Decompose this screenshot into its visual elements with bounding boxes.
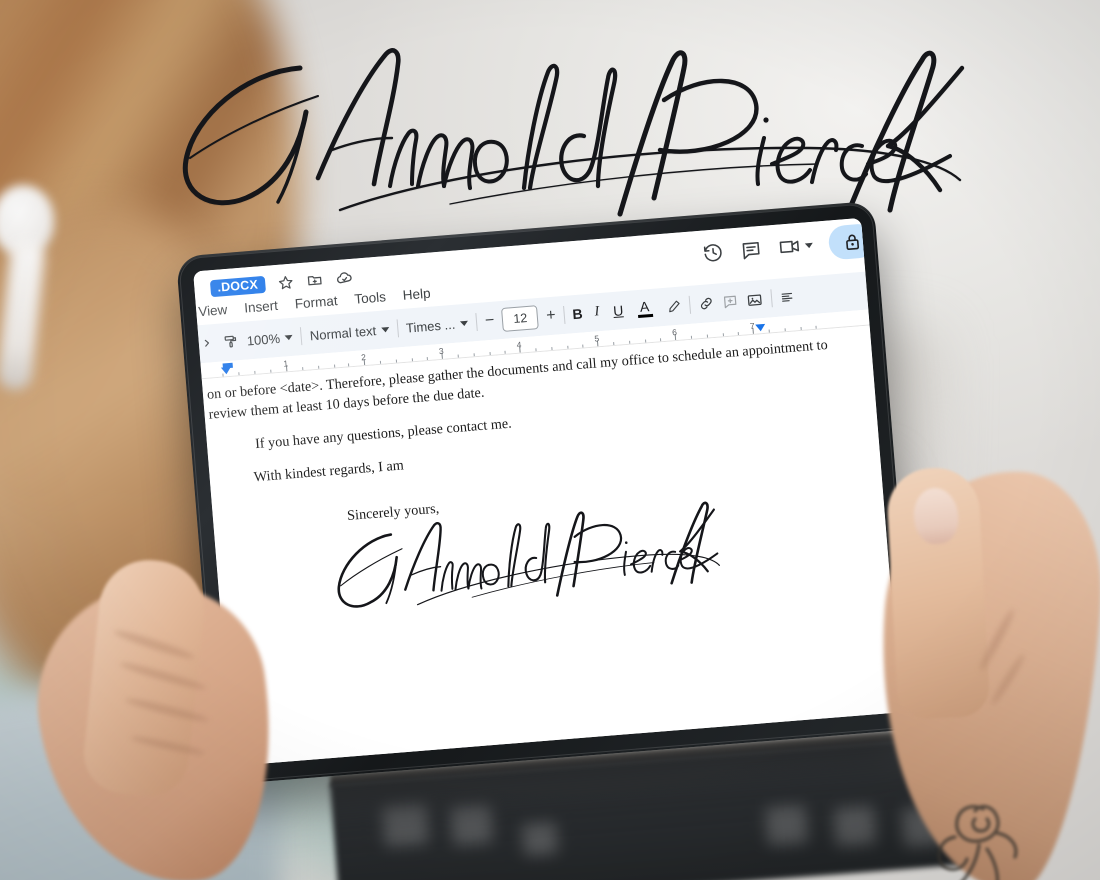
chevron-down-icon <box>284 334 294 340</box>
star-icon[interactable] <box>276 273 294 291</box>
font-dropdown[interactable]: Times ... <box>405 315 469 336</box>
text-color-button[interactable]: A <box>636 297 653 319</box>
add-comment-icon[interactable] <box>721 293 738 310</box>
chevron-down-icon <box>459 320 469 326</box>
italic-button[interactable]: I <box>594 304 600 320</box>
ruler-number: 2 <box>360 352 367 363</box>
divider <box>396 319 399 338</box>
share-lock-button[interactable] <box>827 222 877 261</box>
chevron-down-icon <box>380 326 390 333</box>
text-color-label: A <box>639 297 650 315</box>
insert-link-icon[interactable] <box>697 295 714 312</box>
ruler-number: 1 <box>283 358 289 369</box>
tablet-device: .DOCX View Insert Format Tools Help 100%… <box>175 200 917 786</box>
ruler-number: 7 <box>749 320 756 332</box>
divider <box>688 295 691 314</box>
move-to-folder-icon[interactable] <box>305 271 323 289</box>
paragraph-style-value: Normal text <box>309 322 377 343</box>
version-history-icon[interactable] <box>701 241 725 265</box>
hero-signature <box>182 48 965 217</box>
ruler-number: 6 <box>671 327 678 338</box>
file-type-badge: .DOCX <box>209 275 266 298</box>
document-page[interactable]: on or before <date>. Therefore, please g… <box>201 325 901 766</box>
font-value: Times ... <box>405 316 456 336</box>
divider <box>562 305 566 324</box>
menu-item-tools[interactable]: Tools <box>354 289 387 306</box>
chevron-down-icon[interactable] <box>804 242 814 248</box>
increase-font-size-button[interactable]: + <box>546 307 557 325</box>
font-size-input[interactable]: 12 <box>501 305 540 332</box>
zoom-dropdown[interactable]: 100% <box>246 329 294 348</box>
underline-button[interactable]: U <box>613 302 624 319</box>
redo-icon[interactable] <box>200 336 215 351</box>
highlight-pen-icon[interactable] <box>666 298 682 314</box>
divider <box>475 313 478 332</box>
text-color-swatch <box>637 313 653 319</box>
ruler-number: 3 <box>438 345 445 357</box>
divider <box>770 289 773 308</box>
meet-camera-icon[interactable] <box>777 235 803 259</box>
menu-item-format[interactable]: Format <box>294 293 338 311</box>
tablet-screen: .DOCX View Insert Format Tools Help 100%… <box>193 217 901 766</box>
menu-item-help[interactable]: Help <box>402 286 431 303</box>
ruler-number: 5 <box>594 333 600 344</box>
cloud-check-icon[interactable] <box>334 268 354 288</box>
ruler-number: 4 <box>516 339 522 350</box>
menu-item-insert[interactable]: Insert <box>244 298 279 316</box>
scene-root: .DOCX View Insert Format Tools Help 100%… <box>0 0 1100 880</box>
paragraph-style-dropdown[interactable]: Normal text <box>309 322 390 343</box>
meet-button[interactable] <box>777 234 814 259</box>
paint-format-icon[interactable] <box>222 333 239 350</box>
bold-button[interactable]: B <box>572 306 583 323</box>
comment-history-icon[interactable] <box>739 238 763 262</box>
align-icon[interactable] <box>779 290 794 305</box>
menu-item-view[interactable]: View <box>198 302 228 319</box>
insert-image-icon[interactable] <box>745 291 763 309</box>
rose-tattoo <box>937 804 1018 880</box>
divider <box>300 327 303 346</box>
zoom-value: 100% <box>246 330 281 348</box>
decrease-font-size-button[interactable]: − <box>484 312 495 330</box>
right-indent-marker[interactable] <box>755 323 766 332</box>
